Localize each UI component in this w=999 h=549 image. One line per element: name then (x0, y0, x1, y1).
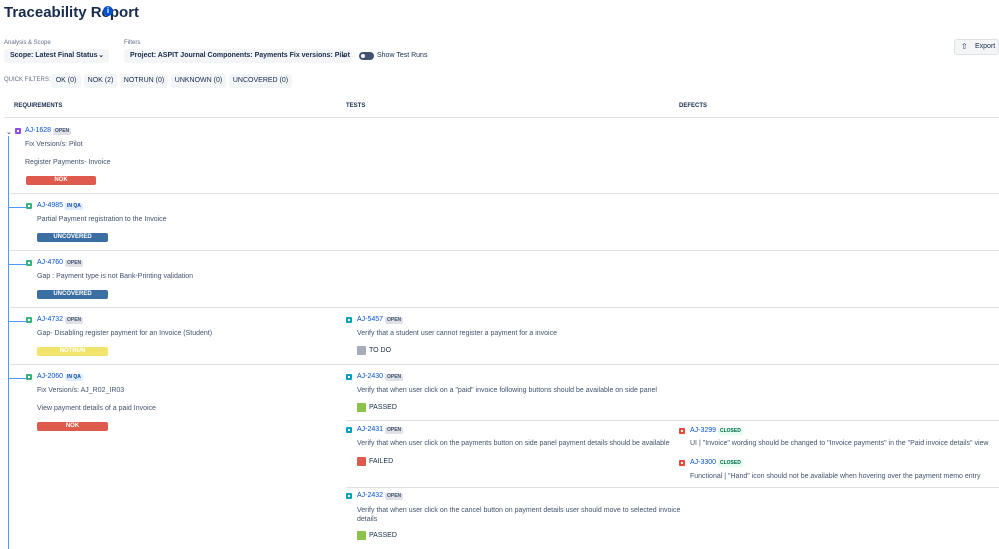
export-icon: ⇧ (961, 42, 968, 51)
export-button[interactable]: ⇧ Export (954, 39, 999, 55)
coverage-status: NOK (37, 422, 108, 431)
export-label: Export (975, 43, 996, 50)
requirement-summary: Partial Payment registration to the Invo… (37, 216, 167, 223)
tree-branch (8, 264, 28, 265)
test-summary: Verify that when user click on the cance… (357, 507, 681, 514)
test-summary: Verify that a student user cannot regist… (357, 330, 557, 337)
expand-chevron-icon[interactable]: ⌄ (6, 128, 12, 136)
test-type-icon (346, 374, 352, 380)
requirement-fix-version: Fix Version/s: AJ_R02_IR03 (37, 387, 125, 394)
defect-summary: UI | "Invoice" wording should be changed… (690, 440, 989, 447)
row-divider (10, 193, 999, 194)
test-type-icon (346, 493, 352, 499)
test-status: PASSED (369, 404, 397, 411)
scope-dropdown-value: Scope: Latest Final Status (10, 52, 98, 59)
test-status-swatch (357, 346, 366, 355)
status-badge: OPEN (385, 493, 404, 500)
requirement-key[interactable]: AJ-1628 (25, 127, 51, 134)
coverage-status: NOTRUN (37, 347, 108, 356)
filters-label: Filters (124, 40, 141, 46)
quick-filters-label: QUICK FILTERS: (4, 77, 51, 83)
bug-icon (679, 460, 685, 466)
requirement-type-icon (26, 374, 32, 380)
test-key[interactable]: AJ-5457 (357, 316, 383, 323)
chevron-down-icon: ⌄ (341, 52, 347, 59)
requirement-summary: Gap- Disabling register payment for an I… (37, 330, 213, 337)
chevron-down-icon: ⌄ (98, 52, 104, 59)
tree-line (8, 136, 9, 549)
test-type-icon (346, 427, 352, 433)
requirement-key[interactable]: AJ-2060 (37, 373, 63, 380)
header-divider (4, 117, 999, 118)
test-summary-continued: details (357, 516, 378, 523)
status-badge: OPEN (385, 374, 404, 381)
analysis-scope-label: Analysis & Scope (4, 40, 51, 46)
quick-filter-notrun[interactable]: NOTRUN (0) (120, 74, 168, 88)
column-header-requirements: REQUIREMENTS (14, 103, 63, 109)
test-summary: Verify that when user click on the payme… (357, 440, 670, 447)
defect-key[interactable]: AJ-3300 (690, 459, 716, 466)
show-test-runs-toggle[interactable] (359, 52, 374, 60)
test-key[interactable]: AJ-2430 (357, 373, 383, 380)
test-key[interactable]: AJ-2431 (357, 426, 383, 433)
show-test-runs-label: Show Test Runs (377, 52, 428, 59)
tree-branch (8, 378, 28, 379)
test-status-swatch (357, 457, 366, 466)
status-badge: OPEN (385, 317, 404, 324)
coverage-status: NOK (26, 176, 96, 185)
test-status-swatch (357, 531, 366, 540)
requirement-type-icon (26, 203, 32, 209)
tree-branch (8, 321, 28, 322)
requirement-type-icon (26, 317, 32, 323)
quick-filter-unknown[interactable]: UNKNOWN (0) (171, 74, 226, 88)
coverage-status: UNCOVERED (37, 290, 108, 299)
scope-dropdown[interactable]: Scope: Latest Final Status ⌄ (4, 49, 109, 63)
test-status: FAILED (369, 458, 394, 465)
requirement-fix-version: Fix Version/s: Pilot (25, 141, 83, 148)
bug-icon (679, 428, 685, 434)
status-badge: OPEN (53, 128, 72, 135)
requirement-summary: View payment details of a paid Invoice (37, 405, 156, 412)
info-icon[interactable]: i (103, 6, 113, 16)
status-badge: IN QA (65, 374, 83, 381)
test-key[interactable]: AJ-2432 (357, 492, 383, 499)
test-divider (346, 487, 999, 488)
requirement-type-icon (26, 260, 32, 266)
status-badge: IN QA (65, 203, 83, 210)
row-divider (10, 250, 999, 251)
test-status: TO DO (369, 347, 392, 354)
requirement-summary: Register Payments- Invoice (25, 159, 111, 166)
row-divider (10, 307, 999, 308)
quick-filter-uncovered[interactable]: UNCOVERED (0) (229, 74, 292, 88)
status-badge: CLOSED (718, 428, 743, 435)
column-header-tests: TESTS (346, 103, 366, 109)
coverage-status: UNCOVERED (37, 233, 108, 242)
requirement-key[interactable]: AJ-4732 (37, 316, 63, 323)
test-type-icon (346, 317, 352, 323)
defect-key[interactable]: AJ-3299 (690, 427, 716, 434)
status-badge: OPEN (385, 427, 404, 434)
defect-summary: Functional | "Hand" icon should not be a… (690, 473, 981, 480)
column-header-defects: DEFECTS (679, 103, 708, 109)
requirement-key[interactable]: AJ-4760 (37, 259, 63, 266)
test-status-swatch (357, 403, 366, 412)
page-title: Traceability Report (4, 4, 140, 21)
quick-filter-nok[interactable]: NOK (2) (84, 74, 117, 88)
filters-dropdown[interactable]: Project: ASPIT Journal Components: Payme… (124, 49, 352, 63)
status-badge: OPEN (65, 317, 84, 324)
row-divider (10, 364, 999, 365)
test-status: PASSED (369, 532, 397, 539)
tree-branch (8, 207, 28, 208)
filters-dropdown-value: Project: ASPIT Journal Components: Payme… (130, 52, 350, 59)
status-badge: CLOSED (718, 460, 743, 467)
test-summary: Verify that when user click on a "paid" … (357, 387, 657, 394)
requirement-key[interactable]: AJ-4985 (37, 202, 63, 209)
quick-filter-ok[interactable]: OK (0) (51, 74, 81, 88)
status-badge: OPEN (65, 260, 84, 267)
test-divider (346, 420, 999, 421)
requirement-type-icon (15, 128, 21, 134)
requirement-summary: Gap : Payment type is not Bank-Printing … (37, 273, 194, 280)
